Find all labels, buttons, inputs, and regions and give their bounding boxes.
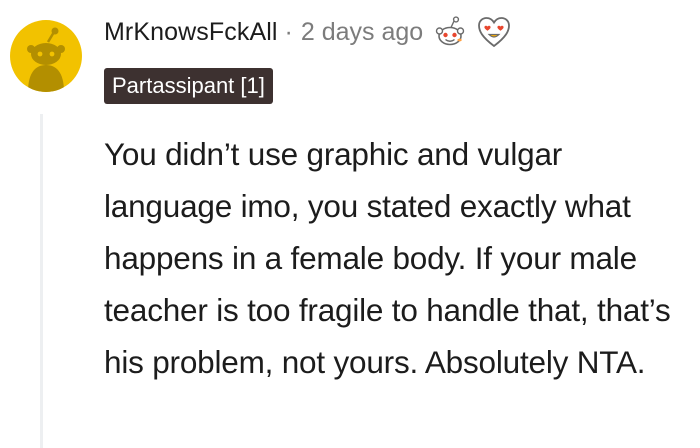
comment-body: You didn’t use graphic and vulgar langua… — [104, 136, 671, 380]
meta-separator: · — [284, 17, 293, 46]
username-link[interactable]: MrKnowsFckAll — [104, 18, 278, 47]
comment: MrKnowsFckAll · 2 days ago Partassipant … — [0, 0, 700, 448]
avatar[interactable] — [10, 20, 82, 92]
user-flair: Partassipant [1] — [104, 68, 273, 104]
timestamp[interactable]: 2 days ago — [301, 18, 423, 47]
snoo-avatar-icon — [27, 27, 65, 92]
thread-line[interactable] — [40, 114, 43, 448]
heart-eyes-award-icon[interactable] — [477, 15, 511, 49]
wholesome-award-icon[interactable] — [433, 15, 467, 49]
comment-meta: MrKnowsFckAll · 2 days ago — [104, 12, 511, 52]
